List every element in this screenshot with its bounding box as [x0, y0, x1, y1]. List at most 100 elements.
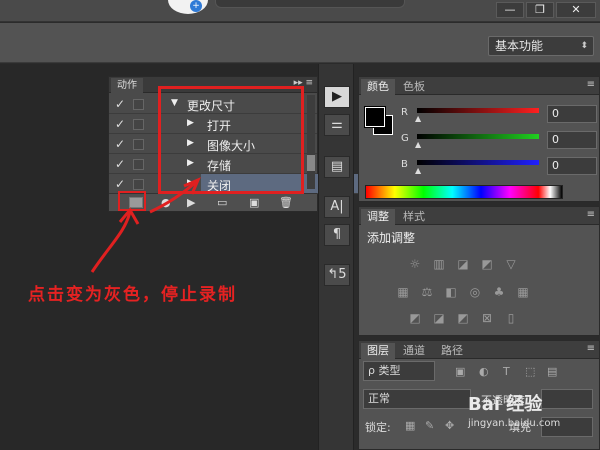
slider-knob-icon[interactable]: ▲ — [415, 114, 421, 123]
tab-adjustments[interactable]: 调整 — [361, 209, 395, 225]
panel-tool-strip: ▶ ⚌ ▤ A| ¶ ↰5 — [318, 64, 354, 450]
lock-position-icon[interactable]: ✥ — [445, 419, 454, 432]
hue-saturation-icon[interactable]: ▦ — [395, 285, 411, 299]
slider-track[interactable] — [417, 134, 539, 139]
workspace-select[interactable]: 基本功能 ⬍ — [488, 36, 594, 56]
filter-adjust-icon[interactable]: ◐ — [479, 365, 489, 378]
actions-tool-icon[interactable]: ▶ — [324, 86, 350, 108]
channel-value[interactable]: 0 — [547, 131, 597, 149]
slider-track[interactable] — [417, 160, 539, 165]
blend-mode-select[interactable]: 正常 — [363, 389, 471, 409]
panel-menu-icon[interactable]: ≡ — [587, 343, 595, 354]
channel-value[interactable]: 0 — [547, 157, 597, 175]
minimize-button[interactable]: — — [496, 2, 524, 18]
notes-tool-icon[interactable]: ▤ — [324, 156, 350, 178]
dialog-toggle-box[interactable] — [133, 159, 144, 170]
slider-blue[interactable]: B ▲ 0 — [401, 157, 597, 177]
gradient-map-icon[interactable]: ▯ — [503, 311, 519, 325]
tab-swatches[interactable]: 色板 — [397, 79, 431, 95]
filter-image-icon[interactable]: ▣ — [455, 365, 465, 378]
invert-icon[interactable]: ◩ — [407, 311, 423, 325]
black-white-icon[interactable]: ◧ — [443, 285, 459, 299]
color-spectrum[interactable] — [365, 185, 563, 199]
new-action-icon[interactable]: ▣ — [249, 196, 259, 209]
layers-tabs: 图层 通道 路径 ≡ — [359, 341, 599, 359]
app-badge: + — [190, 0, 202, 12]
posterize-icon[interactable]: ◪ — [431, 311, 447, 325]
chevron-updown-icon: ⬍ — [580, 41, 588, 51]
color-balance-icon[interactable]: ⚖ — [419, 285, 435, 299]
layer-filter-select[interactable]: ρ 类型 — [363, 361, 435, 381]
folder-icon[interactable]: ▭ — [217, 196, 227, 209]
exposure-icon[interactable]: ◩ — [479, 257, 495, 271]
play-icon[interactable]: ▶ — [187, 196, 195, 209]
history-tool-icon[interactable]: ↰5 — [324, 264, 350, 286]
slider-track[interactable] — [417, 108, 539, 113]
channel-label: B — [401, 159, 408, 170]
selective-color-icon[interactable]: ⊠ — [479, 311, 495, 325]
curves-icon[interactable]: ◪ — [455, 257, 471, 271]
slider-knob-icon[interactable]: ▲ — [415, 166, 421, 175]
tab-actions[interactable]: 动作 — [111, 78, 143, 93]
filter-shape-icon[interactable]: ⬚ — [525, 365, 535, 378]
slider-knob-icon[interactable]: ▲ — [415, 140, 421, 149]
dialog-toggle-box[interactable] — [133, 179, 144, 190]
slider-red[interactable]: R ▲ 0 — [401, 105, 597, 125]
dialog-toggle-box[interactable] — [133, 119, 144, 130]
actions-scrollbar[interactable] — [307, 95, 315, 189]
scrollbar-thumb[interactable] — [307, 155, 315, 171]
channel-value[interactable]: 0 — [547, 105, 597, 123]
annotation-text: 点击变为灰色，停止录制 — [28, 285, 237, 305]
watermark: Bai 经验 jingyan.baidu.com — [466, 388, 596, 448]
channel-mixer-icon[interactable]: ♣ — [491, 285, 507, 299]
dialog-toggle-box[interactable] — [133, 99, 144, 110]
record-icon[interactable]: ● — [161, 196, 171, 209]
check-icon[interactable]: ✓ — [115, 157, 125, 171]
filter-type-icon[interactable]: T — [503, 365, 510, 378]
photo-filter-icon[interactable]: ◎ — [467, 285, 483, 299]
character-tool-icon[interactable]: A| — [324, 196, 350, 218]
color-lookup-icon[interactable]: ▦ — [515, 285, 531, 299]
tab-channels[interactable]: 通道 — [397, 343, 431, 359]
title-bar: + — ❐ ✕ — [0, 0, 600, 22]
workspace-label: 基本功能 — [495, 39, 544, 53]
trash-icon[interactable]: 🗑 — [279, 196, 293, 209]
lock-label: 锁定: — [365, 421, 391, 434]
brightness-icon[interactable]: ☼ — [407, 257, 423, 271]
tab-layers[interactable]: 图层 — [361, 343, 395, 359]
highlight-box-actions — [158, 86, 304, 194]
panel-menu-icon[interactable]: ≡ — [587, 79, 595, 90]
check-icon[interactable]: ✓ — [115, 137, 125, 151]
close-button[interactable]: ✕ — [556, 2, 596, 18]
adjustments-panel: 调整 样式 ≡ 添加调整 ☼ ▥ ◪ ◩ ▽ ▦ ⚖ ◧ ◎ ♣ ▦ ◩ ◪ ◩… — [358, 206, 600, 336]
channel-label: G — [401, 133, 409, 144]
slider-green[interactable]: G ▲ 0 — [401, 131, 597, 151]
lock-image-icon[interactable]: ✎ — [425, 419, 434, 432]
filter-smart-icon[interactable]: ▤ — [547, 365, 557, 378]
dialog-toggle-box[interactable] — [133, 139, 144, 150]
watermark-url: jingyan.baidu.com — [468, 418, 561, 429]
channel-label: R — [401, 107, 408, 118]
app-logo — [168, 0, 208, 14]
adjustments-tabs: 调整 样式 ≡ — [359, 207, 599, 225]
brush-preset-tool-icon[interactable]: ⚌ — [324, 114, 350, 136]
tab-styles[interactable]: 样式 — [397, 209, 431, 225]
panel-menu-icon[interactable]: ≡ — [587, 209, 595, 220]
levels-icon[interactable]: ▥ — [431, 257, 447, 271]
check-icon[interactable]: ✓ — [115, 97, 125, 111]
menu-pill — [215, 0, 405, 8]
threshold-icon[interactable]: ◩ — [455, 311, 471, 325]
lock-transparent-icon[interactable]: ▦ — [405, 419, 415, 432]
check-icon[interactable]: ✓ — [115, 117, 125, 131]
color-panel-tabs: 颜色 色板 ≡ — [359, 77, 599, 95]
tab-paths[interactable]: 路径 — [435, 343, 469, 359]
restore-button[interactable]: ❐ — [526, 2, 554, 18]
watermark-brand: Bai 经验 — [468, 394, 543, 415]
paragraph-tool-icon[interactable]: ¶ — [324, 224, 350, 246]
adjustments-title: 添加调整 — [367, 231, 416, 245]
color-panel: 颜色 色板 ≡ R ▲ 0 G ▲ 0 B ▲ 0 — [358, 76, 600, 202]
tab-color[interactable]: 颜色 — [361, 79, 395, 95]
check-icon[interactable]: ✓ — [115, 177, 125, 191]
vibrance-icon[interactable]: ▽ — [503, 257, 519, 271]
foreground-color-swatch[interactable] — [364, 106, 386, 128]
